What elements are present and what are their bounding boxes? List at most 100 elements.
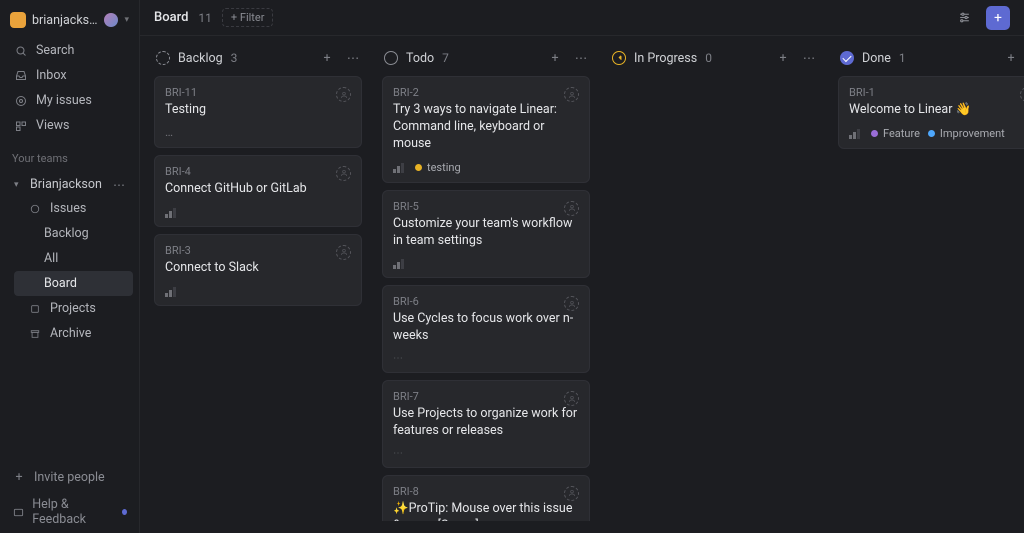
issue-card[interactable]: BRI-11 Testing … <box>154 76 362 148</box>
column-title: In Progress <box>634 51 697 66</box>
plus-icon: + <box>12 470 26 485</box>
nav-label: Projects <box>50 301 96 316</box>
column-add-button[interactable]: + <box>1002 51 1020 66</box>
invite-people[interactable]: + Invite people <box>0 464 139 491</box>
issue-card[interactable]: BRI-4 Connect GitHub or GitLab <box>154 155 362 227</box>
label[interactable]: Feature <box>871 127 920 140</box>
nav-all[interactable]: All <box>14 246 133 271</box>
issue-card[interactable]: BRI-6 Use Cycles to focus work over n-we… <box>382 285 590 373</box>
issue-id: BRI-1 <box>849 86 1024 99</box>
sidebar: brianjackson ▾ Search Inbox My <box>0 0 140 533</box>
help-feedback[interactable]: Help & Feedback <box>0 491 139 533</box>
main: Board 11 + Filter + Backlog 3 + ⋯ BRI-11 <box>140 0 1024 533</box>
label-swatch-icon <box>928 130 935 137</box>
nav-issues[interactable]: Issues <box>14 196 133 221</box>
issue-title: Customize your team's workflow in team s… <box>393 216 579 250</box>
page-count: 11 <box>198 11 212 25</box>
priority-icon <box>393 257 407 269</box>
filter-button[interactable]: + Filter <box>222 8 274 27</box>
issue-card[interactable]: BRI-5 Customize your team's workflow in … <box>382 190 590 279</box>
projects-icon <box>28 304 42 314</box>
issue-id: BRI-11 <box>165 86 351 99</box>
issue-card[interactable]: BRI-7 Use Projects to organize work for … <box>382 380 590 468</box>
column-more-button[interactable]: ⋯ <box>800 50 818 66</box>
nav-projects[interactable]: Projects <box>14 296 133 321</box>
my-issues-icon <box>14 95 28 107</box>
archive-icon <box>28 329 42 339</box>
assignee-placeholder-icon[interactable] <box>1020 87 1024 102</box>
issue-card[interactable]: BRI-8 ✨ProTip: Mouse over this issue & p… <box>382 475 590 521</box>
assignee-placeholder-icon[interactable] <box>564 296 579 311</box>
issue-id: BRI-7 <box>393 390 579 403</box>
label-swatch-icon <box>871 130 878 137</box>
issue-title: ✨ProTip: Mouse over this issue & press [… <box>393 501 579 521</box>
page-title: Board <box>154 10 188 25</box>
team-row[interactable]: ▾ Brianjackson ⋯ <box>6 173 133 196</box>
new-issue-button[interactable]: + <box>986 6 1010 30</box>
priority-icon <box>165 206 179 218</box>
label[interactable]: Improvement <box>928 127 1005 140</box>
nav-my-issues[interactable]: My issues <box>6 88 133 113</box>
nav-label: Backlog <box>44 226 89 241</box>
assignee-placeholder-icon[interactable] <box>336 87 351 102</box>
label[interactable]: testing <box>415 161 461 174</box>
column-count: 1 <box>899 51 906 65</box>
nav-views[interactable]: Views <box>6 113 133 138</box>
priority-icon <box>393 161 407 173</box>
issue-id: BRI-8 <box>393 485 579 498</box>
status-backlog-icon <box>156 51 170 65</box>
nav-board[interactable]: Board <box>14 271 133 296</box>
priority-icon <box>849 127 863 139</box>
issue-title: Use Projects to organize work for featur… <box>393 406 579 440</box>
column-header: Todo 7 + ⋯ <box>382 48 592 76</box>
assignee-placeholder-icon[interactable] <box>336 166 351 181</box>
help-icon <box>12 507 24 518</box>
teams-section-label: Your teams <box>0 142 139 169</box>
issue-title: Welcome to Linear 👋 <box>849 102 1024 119</box>
view-options-button[interactable] <box>952 6 976 30</box>
assignee-placeholder-icon[interactable] <box>564 87 579 102</box>
card-footer <box>165 285 351 297</box>
assignee-placeholder-icon[interactable] <box>564 391 579 406</box>
issue-card[interactable]: BRI-1 Welcome to Linear 👋 Feature Improv… <box>838 76 1024 149</box>
assignee-placeholder-icon[interactable] <box>564 486 579 501</box>
column-cards: BRI-2 Try 3 ways to navigate Linear: Com… <box>382 76 592 521</box>
nav-backlog[interactable]: Backlog <box>14 221 133 246</box>
issue-card[interactable]: BRI-3 Connect to Slack <box>154 234 362 306</box>
column-more-button[interactable]: ⋯ <box>344 50 362 66</box>
footer-label: Help & Feedback <box>32 497 114 527</box>
team-name: Brianjackson <box>30 177 102 192</box>
assignee-placeholder-icon[interactable] <box>336 245 351 260</box>
card-ellipsis: … <box>165 125 351 139</box>
nav-label: All <box>44 251 58 266</box>
plus-icon: + <box>994 10 1002 26</box>
column-cards: BRI-11 Testing … BRI-4 Connect GitHub or… <box>154 76 364 306</box>
nav-inbox[interactable]: Inbox <box>6 63 133 88</box>
issue-card[interactable]: BRI-2 Try 3 ways to navigate Linear: Com… <box>382 76 590 183</box>
workspace-switcher[interactable]: brianjackson ▾ <box>0 6 139 34</box>
issue-title: Use Cycles to focus work over n-weeks <box>393 311 579 345</box>
column-title: Done <box>862 51 891 66</box>
nav-label: Inbox <box>36 68 67 83</box>
column-cards: BRI-1 Welcome to Linear 👋 Feature Improv… <box>838 76 1024 149</box>
issue-id: BRI-4 <box>165 165 351 178</box>
nav-search[interactable]: Search <box>6 38 133 63</box>
user-avatar[interactable] <box>104 13 118 27</box>
column-header: Done 1 + ⋯ <box>838 48 1024 76</box>
team-more-icon[interactable]: ⋯ <box>113 178 125 192</box>
label-name: testing <box>427 161 461 174</box>
nav-archive[interactable]: Archive <box>14 321 133 346</box>
card-footer: ⋯ <box>393 353 579 364</box>
column-more-button[interactable]: ⋯ <box>572 50 590 66</box>
column-add-button[interactable]: + <box>774 51 792 66</box>
assignee-placeholder-icon[interactable] <box>564 201 579 216</box>
status-done-icon <box>840 51 854 65</box>
nav-label: Search <box>36 43 74 58</box>
nav-label: Archive <box>50 326 91 341</box>
issue-id: BRI-5 <box>393 200 579 213</box>
no-priority-icon: ⋯ <box>393 448 403 459</box>
column-add-button[interactable]: + <box>318 51 336 66</box>
column-add-button[interactable]: + <box>546 51 564 66</box>
inbox-icon <box>14 70 28 82</box>
column-header: Backlog 3 + ⋯ <box>154 48 364 76</box>
